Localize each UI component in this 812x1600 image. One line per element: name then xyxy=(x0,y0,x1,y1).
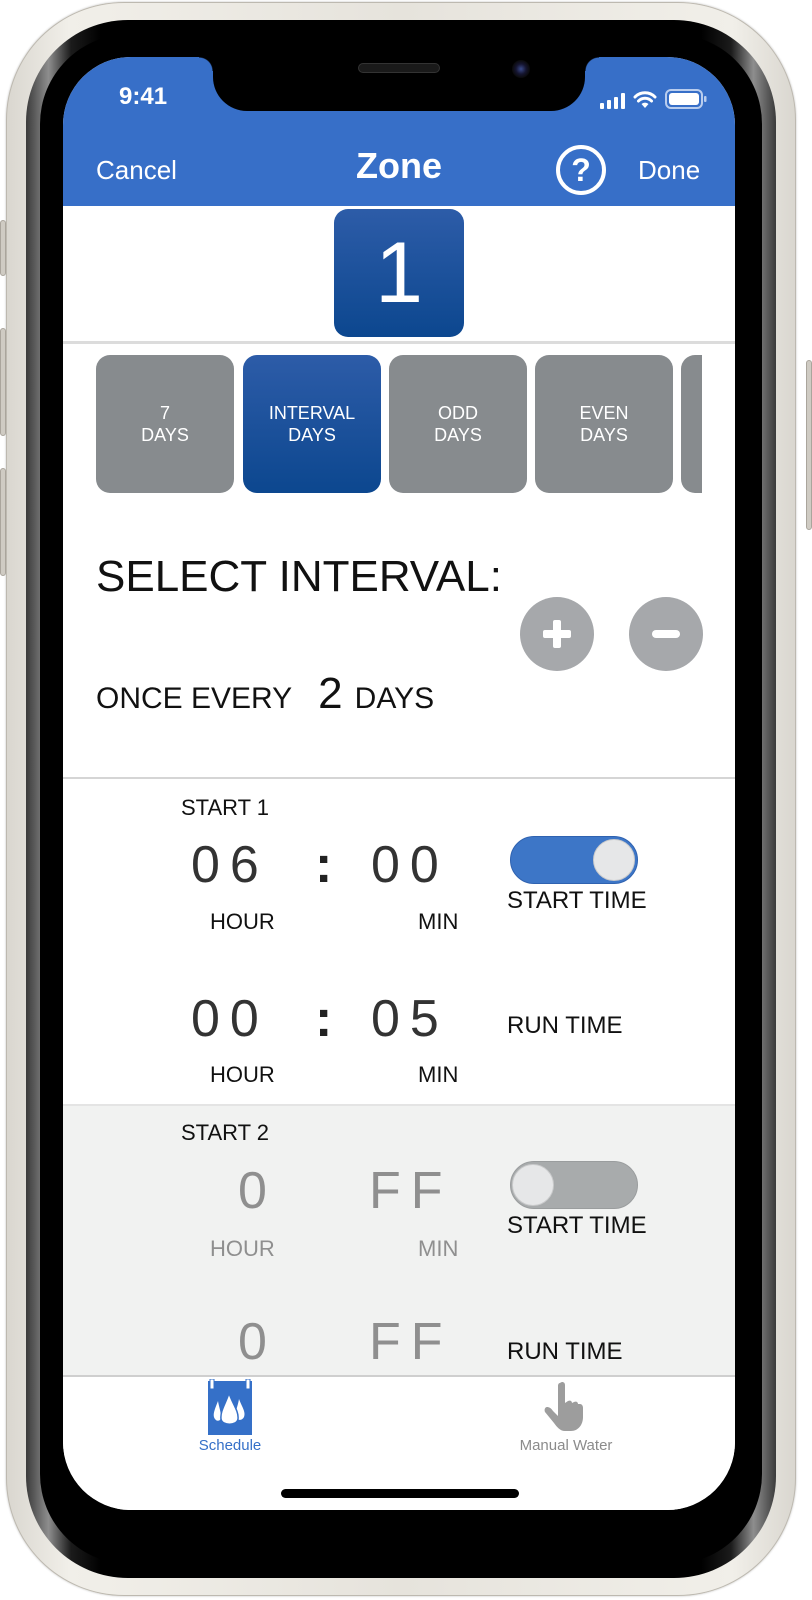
status-time: 9:41 xyxy=(119,83,168,110)
battery-icon xyxy=(665,89,707,109)
start-1-run-hour[interactable]: 00 xyxy=(191,989,269,1049)
start-1-start-min[interactable]: 00 xyxy=(371,835,449,895)
volume-up-button xyxy=(0,328,6,436)
select-interval-heading: SELECT INTERVAL: xyxy=(96,552,502,601)
silent-switch xyxy=(0,220,6,276)
toggle-knob xyxy=(593,839,635,881)
mode-tab-partial[interactable] xyxy=(681,355,702,493)
min-label: MIN xyxy=(418,1236,459,1261)
start-1-start-time-toggle[interactable] xyxy=(510,836,638,884)
app-screen: 9:41 Cancel Zone ? Done 1 7 DAYS INTERVA… xyxy=(63,57,735,1510)
start-2-run-min[interactable]: FF xyxy=(369,1312,453,1372)
status-icons xyxy=(600,89,707,109)
interval-suffix: DAYS xyxy=(354,682,435,715)
start-1-section: START 1 06 : 00 HOUR MIN START TIME 00 :… xyxy=(63,779,735,1104)
interval-readout: ONCE EVERY 2 DAYS xyxy=(96,669,434,719)
start-1-start-hour[interactable]: 06 xyxy=(191,835,269,895)
interval-value: 2 xyxy=(318,669,343,718)
tab-schedule[interactable]: Schedule xyxy=(140,1377,320,1454)
zone-number-badge[interactable]: 1 xyxy=(334,209,464,337)
hand-pointer-icon xyxy=(544,1381,583,1431)
front-camera xyxy=(512,60,530,78)
cellular-signal-icon xyxy=(600,93,625,109)
mode-tab-line2: DAYS xyxy=(434,425,482,445)
mode-tab-line1: 7 xyxy=(159,403,170,423)
interval-prefix: ONCE EVERY xyxy=(96,682,293,715)
page-title: Zone xyxy=(356,145,442,186)
mode-tab-7-days[interactable]: 7 DAYS xyxy=(96,355,234,493)
mode-tab-line2: DAYS xyxy=(288,425,336,445)
cancel-button[interactable]: Cancel xyxy=(96,155,177,186)
run-time-label: RUN TIME xyxy=(507,1338,623,1365)
tab-schedule-label: Schedule xyxy=(198,1437,262,1454)
time-colon: : xyxy=(315,836,333,894)
start-2-start-min[interactable]: FF xyxy=(369,1161,453,1221)
schedule-mode-tabs: 7 DAYS INTERVAL DAYS ODD DAYS EVEN DAYS xyxy=(96,355,702,493)
plus-icon-vertical xyxy=(553,620,561,648)
start-1-run-min[interactable]: 05 xyxy=(371,989,449,1049)
start-2-start-time-toggle[interactable] xyxy=(510,1161,638,1209)
time-colon: : xyxy=(315,990,333,1048)
decrease-interval-button[interactable] xyxy=(629,597,703,671)
mode-tab-interval-days[interactable]: INTERVAL DAYS xyxy=(243,355,381,493)
tab-manual-water-label: Manual Water xyxy=(519,1437,613,1454)
mode-tab-line2: DAYS xyxy=(141,425,189,445)
start-time-label: START TIME xyxy=(507,1212,647,1239)
increase-interval-button[interactable] xyxy=(520,597,594,671)
speaker-grille xyxy=(358,63,440,73)
wifi-icon xyxy=(633,91,657,109)
start-time-label: START TIME xyxy=(507,887,647,914)
power-button xyxy=(806,360,812,530)
min-label: MIN xyxy=(418,909,459,934)
start-2-start-hour[interactable]: 0 xyxy=(238,1161,277,1221)
mode-tab-odd-days[interactable]: ODD DAYS xyxy=(389,355,527,493)
start-2-run-hour[interactable]: 0 xyxy=(238,1312,277,1372)
volume-down-button xyxy=(0,468,6,576)
toggle-knob xyxy=(512,1164,554,1206)
minus-icon xyxy=(652,630,680,638)
divider xyxy=(63,341,735,344)
start-1-label: START 1 xyxy=(181,795,270,820)
mode-tab-line2: DAYS xyxy=(580,425,628,445)
mode-tab-line1: EVEN xyxy=(579,403,629,423)
tab-manual-water[interactable]: Manual Water xyxy=(476,1377,656,1454)
device-notch xyxy=(199,57,599,111)
home-indicator[interactable] xyxy=(281,1489,519,1498)
hour-label: HOUR xyxy=(210,1236,275,1261)
mode-tab-line1: ODD xyxy=(438,403,478,423)
done-button[interactable]: Done xyxy=(638,155,700,186)
hour-label: HOUR xyxy=(210,1062,275,1087)
mode-tab-line1: INTERVAL xyxy=(268,403,356,423)
water-drops-calendar-icon xyxy=(208,1379,252,1435)
hour-label: HOUR xyxy=(210,909,275,934)
min-label: MIN xyxy=(418,1062,459,1087)
mode-tab-even-days[interactable]: EVEN DAYS xyxy=(535,355,673,493)
run-time-label: RUN TIME xyxy=(507,1012,623,1039)
help-icon[interactable]: ? xyxy=(556,145,606,195)
start-2-label: START 2 xyxy=(181,1120,270,1145)
